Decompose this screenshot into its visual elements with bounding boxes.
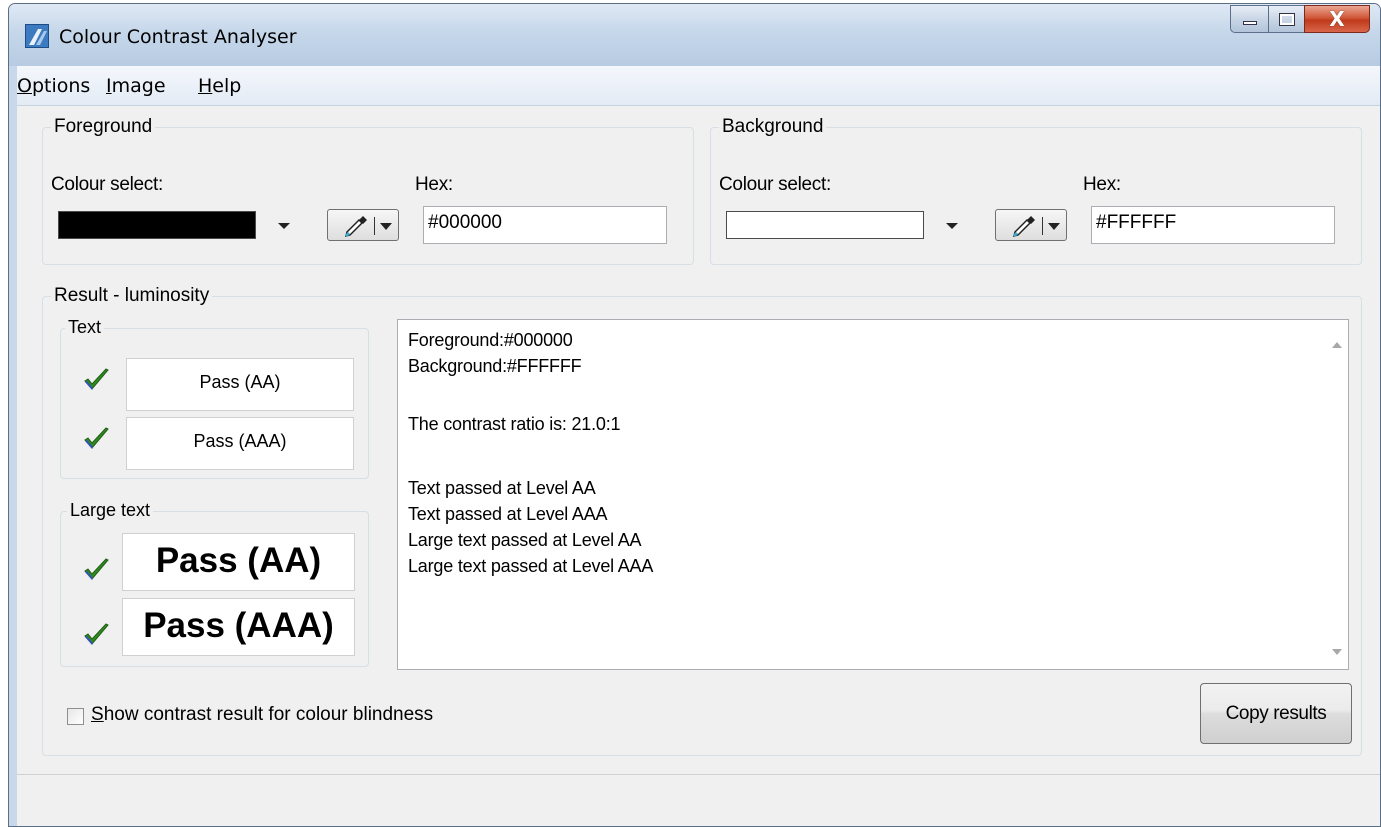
maximize-icon: [1278, 12, 1295, 26]
check-icon: [84, 427, 109, 449]
large-text-result-group: Large text Pass (AA) Pass (AAA): [60, 500, 369, 667]
background-colour-combo[interactable]: [726, 211, 958, 249]
app-window: Colour Contrast Analyser X Options Image…: [8, 3, 1381, 827]
result-group-label: Result - luminosity: [51, 285, 213, 307]
detail-large-text-aaa: Large text passed at Level AAA: [408, 556, 654, 576]
minimize-button[interactable]: [1230, 5, 1268, 33]
background-hex-label: Hex:: [1083, 174, 1121, 195]
maximize-button[interactable]: [1268, 5, 1304, 33]
detail-text-aa: Text passed at Level AA: [408, 478, 596, 498]
minimize-icon: [1242, 21, 1257, 25]
check-icon: [84, 558, 109, 580]
detail-foreground: Foreground:#000000: [408, 330, 573, 350]
foreground-group: Foreground Colour select: Hex: #000000: [42, 116, 694, 265]
foreground-colour-select-label: Colour select:: [51, 174, 163, 195]
colour-blindness-label[interactable]: Show contrast result for colour blindnes…: [91, 704, 433, 726]
chevron-down-icon: [946, 223, 958, 229]
chevron-down-icon: [1048, 223, 1060, 230]
background-colour-select-label: Colour select:: [719, 174, 831, 195]
text-aaa-result: Pass (AAA): [126, 417, 354, 470]
background-picker-button[interactable]: [995, 209, 1067, 241]
menu-options[interactable]: Options: [17, 75, 90, 97]
close-button[interactable]: X: [1304, 5, 1370, 33]
menu-help[interactable]: Help: [198, 75, 241, 97]
menu-bar: Options Image Help: [17, 66, 1380, 106]
text-aa-result: Pass (AA): [126, 358, 354, 411]
detail-large-text-aa: Large text passed at Level AA: [408, 530, 642, 550]
foreground-swatch: [58, 211, 256, 239]
foreground-colour-combo[interactable]: [58, 211, 290, 249]
copy-results-button[interactable]: Copy results: [1200, 683, 1352, 744]
background-group-label: Background: [719, 116, 827, 138]
detail-contrast-ratio: The contrast ratio is: 21.0:1: [408, 414, 621, 434]
background-hex-input[interactable]: #FFFFFF: [1091, 206, 1335, 244]
chevron-down-icon: [278, 223, 290, 229]
scroll-up-icon[interactable]: [1332, 342, 1342, 348]
scroll-down-icon[interactable]: [1332, 649, 1342, 655]
foreground-hex-label: Hex:: [415, 174, 453, 195]
background-group: Background Colour select: Hex: #FFFFFF: [710, 116, 1362, 265]
detail-text-aaa: Text passed at Level AAA: [408, 504, 608, 524]
check-icon: [84, 623, 109, 645]
foreground-hex-input[interactable]: #000000: [423, 206, 667, 244]
eyedropper-icon: [344, 216, 367, 238]
background-swatch: [726, 211, 924, 239]
detail-background: Background:#FFFFFF: [408, 356, 582, 376]
colour-blindness-checkbox[interactable]: [67, 708, 84, 725]
caption-buttons: X: [1230, 5, 1370, 33]
large-text-aaa-result: Pass (AAA): [122, 598, 355, 656]
menu-image[interactable]: Image: [106, 75, 166, 97]
title-bar[interactable]: Colour Contrast Analyser X: [9, 4, 1380, 66]
text-result-group: Text Pass (AA) Pass (AAA): [60, 317, 369, 479]
text-group-label: Text: [65, 317, 105, 338]
check-icon: [84, 368, 109, 390]
results-text-area[interactable]: Foreground:#000000 Background:#FFFFFF Th…: [397, 319, 1349, 670]
foreground-picker-button[interactable]: [327, 209, 399, 241]
large-text-aa-result: Pass (AA): [122, 533, 355, 591]
chevron-down-icon: [380, 223, 392, 230]
large-text-group-label: Large text: [67, 500, 154, 521]
window-title: Colour Contrast Analyser: [59, 26, 297, 48]
foreground-group-label: Foreground: [51, 116, 156, 138]
client-area: Foreground Colour select: Hex: #000000 B…: [17, 106, 1380, 826]
app-icon: [25, 24, 49, 48]
eyedropper-icon: [1012, 216, 1035, 238]
status-bar: [17, 774, 1380, 826]
close-icon: X: [1329, 7, 1345, 31]
vertical-scrollbar[interactable]: [1326, 320, 1348, 669]
